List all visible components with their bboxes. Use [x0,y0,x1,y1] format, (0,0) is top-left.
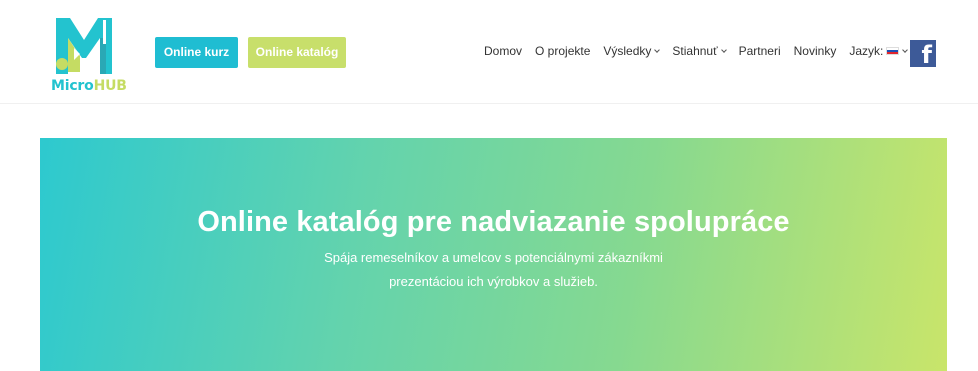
nav-label: Novinky [793,44,837,58]
logo-wordmark: MicroHUB [51,78,127,94]
nav-item-o-projekte[interactable]: O projekte [535,44,590,58]
hero-subtitle-line-1: Spája remeselníkov a umelcov s potenciál… [324,250,663,265]
chevron-down-icon [902,46,909,53]
chevron-down-icon [654,46,661,53]
nav-item-novinky[interactable]: Novinky [794,44,837,58]
language-selector[interactable]: Jazyk: [849,44,909,58]
hero-title: Online katalóg pre nadviazanie spoluprác… [197,206,790,238]
nav-item-stiahnut[interactable]: Stiahnuť [672,44,727,58]
nav-label: O projekte [535,44,591,58]
nav-item-domov[interactable]: Domov [484,44,522,58]
online-katalog-button[interactable]: Online katalóg [248,37,346,68]
site-header: MicroHUB Online kurz Online katalóg Domo… [0,0,978,104]
nav-label: Výsledky [603,44,652,58]
main-nav: Domov O projekte Výsledky Stiahnuť Partn… [484,43,909,59]
nav-label: Partneri [738,44,781,58]
hero-subtitle-line-2: prezentáciou ich výrobkov a služieb. [389,274,598,289]
facebook-glyph: f [921,41,932,69]
chevron-down-icon [720,46,727,53]
nav-item-vysledky[interactable]: Výsledky [603,44,661,58]
microhub-logo[interactable]: MicroHUB [50,12,140,94]
logo-hub-text: HUB [93,78,127,94]
facebook-icon[interactable]: f [910,40,936,69]
nav-label: Jazyk: [849,44,884,58]
logo-micro-text: Micro [51,78,94,94]
nav-label: Stiahnuť [672,44,718,58]
nav-label: Domov [484,44,523,58]
nav-item-partneri[interactable]: Partneri [739,44,781,58]
microhub-logo-mark [56,18,112,74]
online-kurz-button[interactable]: Online kurz [155,37,238,68]
slovak-flag-icon [886,47,900,55]
hero-banner: Online katalóg pre nadviazanie spoluprác… [40,138,947,371]
